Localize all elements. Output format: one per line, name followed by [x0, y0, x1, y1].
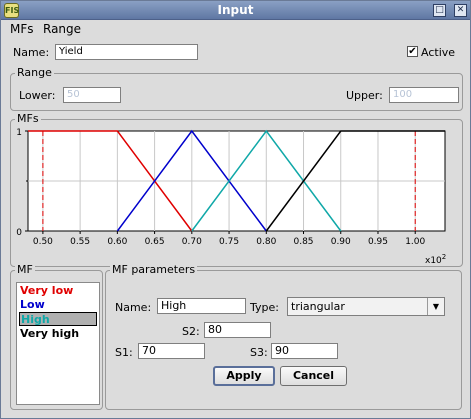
- chevron-down-icon[interactable]: ▼: [427, 298, 444, 315]
- x-tick-label: 0.70: [182, 237, 202, 247]
- type-select[interactable]: triangular ▼: [287, 297, 445, 316]
- x-tick-label: 0.55: [70, 237, 90, 247]
- mf-item-very-high[interactable]: Very high: [19, 327, 97, 341]
- s2-field[interactable]: 80: [204, 322, 271, 338]
- y-tick-label: 1: [16, 128, 22, 138]
- mf-name-field[interactable]: High: [157, 298, 246, 314]
- mf-chart[interactable]: 0.50 0.55 0.60 0.65 0.70 0.75 0.80 0.85 0.90 0.95…: [1, 1, 471, 271]
- mf-item-very-low[interactable]: Very low: [19, 284, 97, 298]
- s1-label: S1:: [115, 346, 133, 359]
- y-tick-label: 0: [16, 228, 22, 238]
- mf-list-group-title: MF: [15, 263, 35, 276]
- s1-field[interactable]: 70: [138, 343, 205, 359]
- x-exponent-label: x102: [425, 253, 446, 266]
- apply-button[interactable]: Apply: [213, 366, 275, 386]
- mf-parameters-group: MF parameters: [105, 263, 462, 410]
- mf-name-label: Name:: [115, 301, 152, 314]
- x-tick-label: 1.00: [405, 237, 425, 247]
- x-tick-label: 0.95: [368, 237, 388, 247]
- s3-label: S3:: [250, 346, 268, 359]
- x-tick-label: 0.90: [331, 237, 351, 247]
- s2-label: S2:: [182, 325, 200, 338]
- x-tick-label: 0.75: [219, 237, 239, 247]
- s3-field[interactable]: 90: [271, 343, 338, 359]
- x-tick-label: 0.60: [107, 237, 127, 247]
- mf-parameters-title: MF parameters: [110, 263, 198, 276]
- mf-list[interactable]: Very low Low High Very high: [16, 282, 100, 405]
- x-tick-label: 0.80: [256, 237, 276, 247]
- x-tick-label: 0.85: [293, 237, 313, 247]
- x-tick-label: 0.65: [145, 237, 165, 247]
- x-tick-label: 0.50: [33, 237, 53, 247]
- input-window: FIS Input □ ✕ MFs Range Name: Yield ✔ Ac…: [0, 0, 471, 419]
- type-select-value: triangular: [291, 300, 345, 313]
- cancel-button[interactable]: Cancel: [280, 366, 347, 386]
- type-label: Type:: [250, 301, 279, 314]
- mf-item-high[interactable]: High: [19, 312, 97, 326]
- mf-item-low[interactable]: Low: [19, 298, 97, 312]
